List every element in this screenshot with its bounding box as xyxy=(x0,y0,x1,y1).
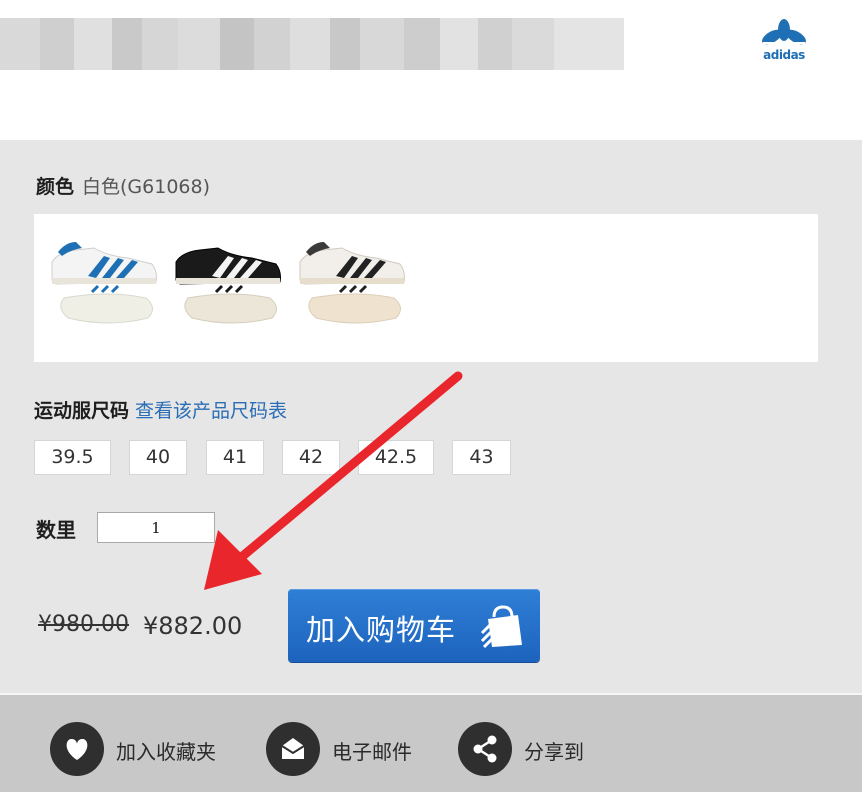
color-row: 颜色 白色(G61068) xyxy=(36,172,210,199)
favorite-label: 加入收藏夹 xyxy=(116,740,216,764)
share-circle xyxy=(458,722,512,776)
share-icon xyxy=(473,735,497,763)
size-option[interactable]: 42.5 xyxy=(358,440,434,475)
add-to-cart-button[interactable]: 加入购物车 xyxy=(288,589,540,662)
sale-price: ¥882.00 xyxy=(143,612,243,640)
share-button[interactable]: 分享到 xyxy=(458,722,608,782)
email-circle xyxy=(266,722,320,776)
adidas-logo[interactable]: adidas xyxy=(755,18,813,64)
size-chart-link[interactable]: 查看该产品尺码表 xyxy=(135,400,287,422)
page-header: adidas xyxy=(0,0,862,140)
logo-wordmark: adidas xyxy=(763,48,805,62)
add-to-favorites-button[interactable]: 加入收藏夹 xyxy=(50,722,240,782)
original-price: ¥980.00 xyxy=(38,612,129,637)
blurred-product-title xyxy=(0,18,624,70)
size-option[interactable]: 42 xyxy=(282,440,340,475)
email-label: 电子邮件 xyxy=(332,740,412,764)
size-row: 运动服尺码 查看该产品尺码表 xyxy=(34,396,287,423)
share-label: 分享到 xyxy=(524,740,584,764)
swatch-white-black[interactable] xyxy=(296,232,408,330)
swatch-white-blue[interactable] xyxy=(48,232,160,330)
shopping-bag-icon xyxy=(480,605,522,649)
size-option[interactable]: 40 xyxy=(129,440,187,475)
heart-icon xyxy=(66,738,88,760)
size-label: 运动服尺码 xyxy=(34,400,130,422)
trefoil-icon xyxy=(762,19,806,48)
envelope-icon xyxy=(281,738,305,759)
size-option[interactable]: 39.5 xyxy=(34,440,111,475)
email-button[interactable]: 电子邮件 xyxy=(266,722,436,782)
size-option[interactable]: 43 xyxy=(452,440,511,475)
size-option[interactable]: 41 xyxy=(206,440,264,475)
color-value: 白色(G61068) xyxy=(82,176,211,198)
quantity-input[interactable] xyxy=(97,512,215,543)
favorite-circle xyxy=(50,722,104,776)
quantity-label: 数里 xyxy=(36,518,76,542)
swatch-black-white[interactable] xyxy=(172,232,284,330)
add-to-cart-label: 加入购物车 xyxy=(306,613,457,647)
color-label: 颜色 xyxy=(36,176,75,198)
color-swatches xyxy=(34,214,818,362)
